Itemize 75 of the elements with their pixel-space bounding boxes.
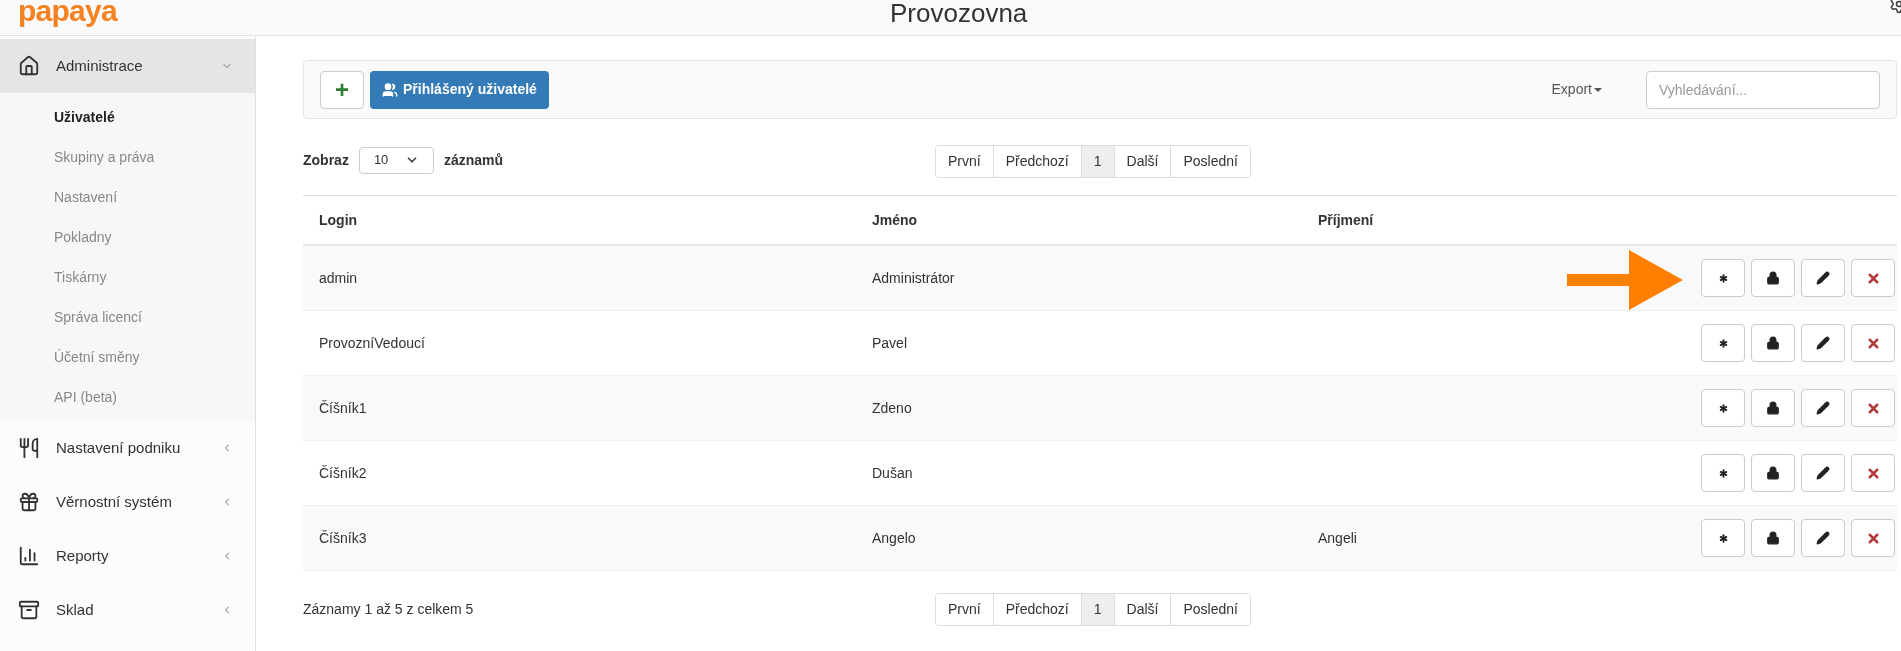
submenu-item[interactable]: Uživatelé [54, 106, 115, 128]
delete-button[interactable] [1851, 259, 1895, 297]
delete-button[interactable] [1851, 324, 1895, 362]
lock-button[interactable] [1751, 454, 1795, 492]
table-cell: Angelo [872, 529, 916, 546]
sidebar-item[interactable]: Věrnostní systém [0, 475, 255, 529]
edit-button[interactable] [1801, 324, 1845, 362]
sidebar-item[interactable]: Administrace [0, 39, 255, 93]
sidebar-item[interactable]: Reporty [0, 529, 255, 583]
edit-button[interactable] [1801, 389, 1845, 427]
page-button[interactable]: 1 [1080, 146, 1114, 177]
lock-icon [1766, 336, 1780, 350]
lock-button[interactable] [1751, 259, 1795, 297]
table-cell: Pavel [872, 334, 908, 351]
edit-button[interactable] [1801, 259, 1845, 297]
sidebar-label: Věrnostní systém [56, 491, 173, 512]
pencil-icon [1816, 336, 1830, 350]
delete-button[interactable] [1851, 519, 1895, 557]
users-icon [382, 81, 398, 98]
table-cell: Zdeno [872, 399, 912, 416]
gift-icon [18, 491, 40, 513]
pencil-icon [1816, 466, 1830, 480]
lock-icon [1766, 401, 1780, 415]
table-cell: Dušan [872, 464, 913, 481]
house-icon [18, 55, 40, 77]
sidebar-label: Nastavení podniku [56, 437, 182, 458]
sidebar-label: Sklad [56, 599, 95, 620]
reset-button[interactable] [1701, 389, 1745, 427]
sidebar-label: Administrace [56, 55, 144, 76]
records-info: Záznamy 1 až 5 z celkem 5 [303, 599, 474, 619]
reset-button[interactable] [1701, 259, 1745, 297]
lock-icon [1766, 531, 1780, 545]
table-cell: ProvozníVedoucí [319, 334, 425, 351]
lock-button[interactable] [1751, 519, 1795, 557]
lock-button[interactable] [1751, 389, 1795, 427]
pencil-icon [1816, 271, 1830, 285]
page-title: Provozovna [890, 0, 1028, 30]
table-cell: admin [319, 269, 358, 286]
page-button[interactable]: Poslední [1170, 594, 1250, 625]
column-header: Jméno [872, 211, 918, 228]
edit-button[interactable] [1801, 454, 1845, 492]
add-button[interactable]: + [320, 70, 364, 109]
cutlery-icon [18, 437, 40, 459]
table-cell: Číšník2 [319, 464, 367, 481]
search-field[interactable]: Vyhledávání... [1646, 70, 1880, 109]
lock-icon [1766, 466, 1780, 480]
page-button[interactable]: 1 [1080, 594, 1114, 625]
bar-chart-icon [18, 545, 40, 567]
caret-icon [1594, 87, 1602, 92]
reset-button[interactable] [1701, 519, 1745, 557]
lock-button[interactable] [1751, 324, 1795, 362]
reset-button[interactable] [1701, 454, 1745, 492]
archive-box-icon [18, 599, 40, 621]
column-header: Login [319, 211, 358, 228]
page-button[interactable]: Poslední [1170, 146, 1250, 177]
logged-users-button[interactable]: Přihlášený uživatelé [370, 70, 549, 109]
export-dropdown[interactable]: Export [1551, 79, 1602, 100]
reset-button[interactable] [1701, 324, 1745, 362]
edit-button[interactable] [1801, 519, 1845, 557]
column-header: Příjmení [1318, 211, 1374, 228]
sidebar-label: Reporty [56, 545, 110, 566]
sidebar-item[interactable]: Sklad [0, 583, 255, 637]
delete-button[interactable] [1851, 454, 1895, 492]
sidebar-item[interactable]: Nastavení podniku [0, 421, 255, 475]
page-length-select[interactable]: 10 [358, 146, 434, 174]
pencil-icon [1816, 531, 1830, 545]
lock-icon [1766, 271, 1780, 285]
delete-button[interactable] [1851, 389, 1895, 427]
length-label: Zobraz [303, 150, 349, 170]
table-cell: Číšník1 [319, 399, 367, 416]
length-label: záznamů [443, 150, 503, 170]
pencil-icon [1816, 401, 1830, 415]
table-cell: Administrátor [872, 269, 955, 286]
table-cell: Angeli [1318, 529, 1357, 546]
table-cell: Číšník3 [319, 529, 367, 546]
